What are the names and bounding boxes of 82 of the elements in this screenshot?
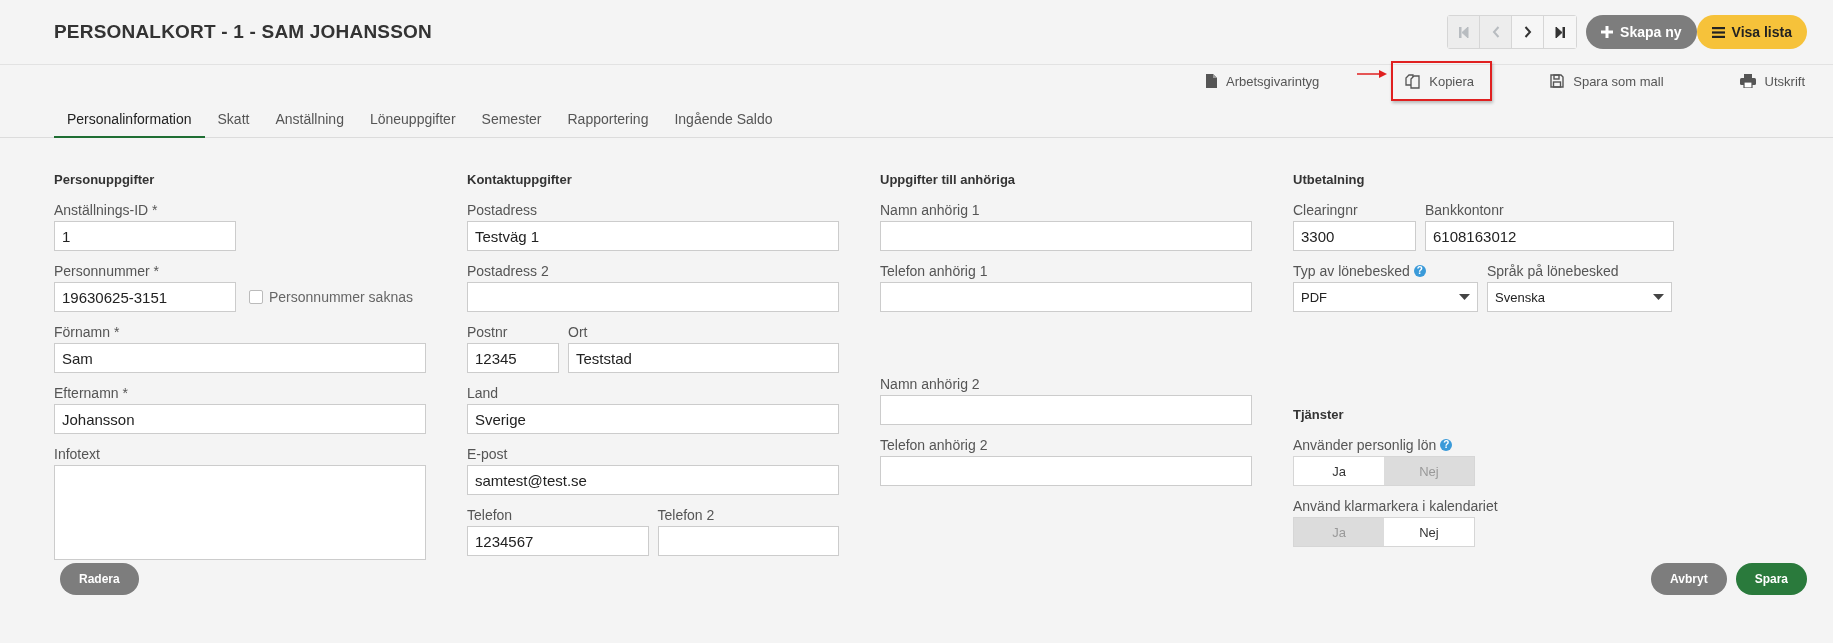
field-label: Anställnings-ID * [54,201,158,218]
text-field[interactable]: Sam [54,343,426,373]
field-label: Postadress [467,201,538,218]
text-field[interactable]: 6108163012 [1425,221,1674,251]
save-button[interactable]: Spara [1735,563,1807,595]
field-label: Använd klarmarkera i kalendariet [1293,497,1498,514]
text-field[interactable] [880,395,1252,425]
field-label: Telefon anhörig 1 [880,262,988,279]
delete-button[interactable]: Radera [60,563,139,595]
text-field[interactable]: 1234567 [467,526,649,556]
caret-icon [1653,294,1664,300]
caret-icon [1459,294,1470,300]
tab[interactable]: Skatt [204,105,263,138]
save-template-button[interactable]: Spara som mall [1532,61,1682,101]
text-field[interactable] [657,526,839,556]
field-label: Personnummer * [54,262,160,279]
text-field[interactable]: Testväg 1 [467,221,839,251]
tab[interactable]: Rapportering [554,105,662,138]
document-icon [1206,74,1217,88]
field-label: Förnamn * [54,323,120,340]
tab[interactable]: Semester [468,105,555,138]
dropdown[interactable]: Svenska [1487,282,1672,312]
field-label: Infotext [54,445,100,462]
page-title: PERSONALKORT - 1 - SAM JOHANSSON [54,21,432,43]
checkbox-label: Personnummer saknas [269,289,413,305]
field-label: Telefon [467,506,513,523]
text-field[interactable] [880,456,1252,486]
chevron-right-icon [1523,26,1532,38]
field-label: Bankkontonr [1425,201,1504,218]
field-label: Typ av lönebesked [1293,262,1410,279]
copy-icon [1405,73,1421,89]
text-field[interactable]: Sverige [467,404,839,434]
field-label: Clearingnr [1293,201,1358,218]
field-label: Namn anhörig 1 [880,201,980,218]
copy-button[interactable]: Kopiera [1391,61,1493,101]
tab[interactable]: Anställning [262,105,357,138]
text-field[interactable]: 19630625-3151 [54,282,236,312]
field-label: Använder personlig lön [1293,436,1437,453]
certificate-link[interactable]: Arbetsgivarintyg [1188,61,1338,101]
first-page-icon [1458,26,1469,38]
text-field[interactable]: 1 [54,221,236,251]
text-field[interactable]: samtest@test.se [467,465,839,495]
checkbox[interactable] [249,290,263,304]
plus-icon [1601,25,1614,38]
text-field[interactable]: Teststad [568,343,839,373]
section-heading: Personuppgifter [54,172,156,188]
text-field[interactable]: Johansson [54,404,426,434]
text-field[interactable] [880,282,1252,312]
print-button[interactable]: Utskrift [1721,61,1823,101]
field-label: Postadress 2 [467,262,549,279]
field-label: Postnr [467,323,508,340]
text-field[interactable] [467,282,839,312]
toggle-option[interactable]: Ja [1294,457,1384,485]
text-area[interactable] [54,465,426,560]
toggle-option[interactable]: Nej [1384,518,1474,546]
tab[interactable]: Ingående Saldo [661,105,786,138]
text-field[interactable]: 3300 [1293,221,1416,251]
field-label: Språk på lönebesked [1487,262,1619,279]
printer-icon [1739,74,1756,88]
field-label: Efternamn * [54,384,128,401]
section-heading: Tjänster [1293,407,1345,423]
field-label: Land [467,384,499,401]
pointer-arrow [1357,70,1388,78]
field-label: Ort [568,323,588,340]
last-page-icon [1555,26,1566,38]
dropdown[interactable]: PDF [1293,282,1478,312]
menu-icon [1711,26,1725,38]
chevron-left-icon [1491,26,1500,38]
section-heading: Kontaktuppgifter [467,172,573,188]
field-label: Telefon 2 [657,506,715,523]
tab[interactable]: Löneuppgifter [356,105,469,138]
tab[interactable]: Personalinformation [54,105,205,138]
field-label: Namn anhörig 2 [880,375,980,392]
text-field[interactable] [880,221,1252,251]
field-label: Telefon anhörig 2 [880,436,988,453]
cancel-button[interactable]: Avbryt [1651,563,1727,595]
field-label: E-post [467,445,508,462]
section-heading: Uppgifter till anhöriga [880,172,1017,188]
create-new-button[interactable]: Skapa ny [1586,14,1697,49]
section-heading: Utbetalning [1293,172,1366,188]
text-field[interactable]: 12345 [467,343,559,373]
show-list-button[interactable]: Visa lista [1696,15,1807,50]
